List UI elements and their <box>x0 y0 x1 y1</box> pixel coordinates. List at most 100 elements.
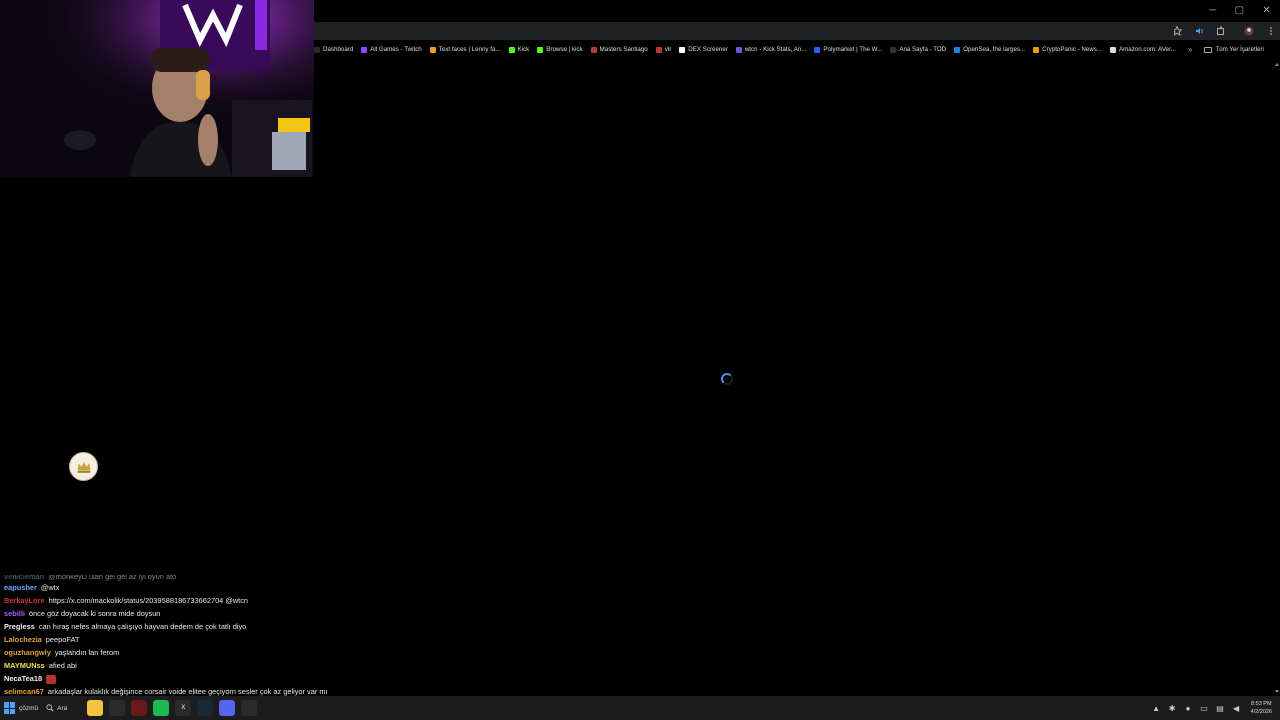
display-icon[interactable]: ▭ <box>1200 704 1209 713</box>
bookmark-label: Masters Santiago <box>599 46 648 53</box>
tod-icon <box>890 46 897 53</box>
chat-username[interactable]: MAYMUNss <box>4 661 45 670</box>
maximize-button[interactable]: ▢ <box>1235 5 1244 16</box>
search-label: Ara <box>57 704 68 712</box>
bookmark-cryptopanic[interactable]: CryptoPanic - News... <box>1033 46 1102 53</box>
file-explorer-icon[interactable] <box>87 700 104 716</box>
chat-message: vehicleman @monkeyD ulan gel gel az iyi o… <box>4 575 364 581</box>
clock-time: 8:53 PM <box>1251 701 1272 707</box>
all-bookmarks-label: Tüm Yer İşaretleri <box>1215 46 1264 53</box>
volume-icon[interactable]: ◀ <box>1232 704 1241 713</box>
chat-username[interactable]: selimcan67 <box>4 687 44 696</box>
search-icon <box>46 704 54 712</box>
excel-icon[interactable]: X <box>175 700 192 716</box>
bookmark-label: Dashboard <box>323 46 354 53</box>
cryptopanic-icon <box>1033 46 1040 53</box>
chat-username[interactable]: NecaTea18 <box>4 674 42 683</box>
bookmark-label: wtcn - Kick Stats, An... <box>744 46 807 53</box>
bookmark-dashboard[interactable]: Dashboard <box>314 46 353 53</box>
opensea-icon <box>954 46 961 53</box>
bookmark-vlr[interactable]: vlr <box>655 46 671 53</box>
vlr-icon <box>655 46 662 53</box>
chat-message: oguzhangwly yaşlandın lan ferom <box>4 646 364 659</box>
taskbar: çözmü Ara X ▲ ✱ ● ▭ ▤ ◀ 8:53 PM 4/2/2026 <box>0 696 1280 720</box>
scroll-down-icon[interactable] <box>1275 690 1279 693</box>
chat-username[interactable]: sebilli <box>4 609 25 618</box>
close-button[interactable]: ✕ <box>1262 5 1270 16</box>
menu-icon[interactable] <box>1262 22 1280 40</box>
bookmark-lenny[interactable]: Text faces | Lenny fa... <box>429 46 501 53</box>
vertical-scrollbar[interactable] <box>1274 60 1280 696</box>
steam-icon[interactable] <box>197 700 214 716</box>
chat-text: @monkeyD ulan gel gel az iyi oyun ato <box>48 575 177 581</box>
bookmark-label: DEX Screener <box>688 46 728 53</box>
chat-emote-icon <box>46 674 57 684</box>
bookmark-label: CryptoPanic - News... <box>1042 46 1102 53</box>
chat-username[interactable]: eapusher <box>4 583 37 592</box>
chat-username[interactable]: Pregless <box>4 622 35 631</box>
crown-logo-icon <box>69 452 98 481</box>
bookmarks-more-button[interactable]: » <box>1188 45 1192 54</box>
bookmark-dex[interactable]: DEX Screener <box>679 46 728 53</box>
chat-message: eapusher @wtx <box>4 581 364 594</box>
chat-username[interactable]: Lalochezia <box>4 635 42 644</box>
bookmark-polymarket[interactable]: Polymarket | The W... <box>814 46 882 53</box>
chat-username[interactable]: BerkayLore <box>4 596 45 605</box>
system-tray: ▲ ✱ ● ▭ ▤ ◀ 8:53 PM 4/2/2026 <box>1145 696 1272 720</box>
chat-text: önce göz doyacak ki sonra mide doysun <box>28 609 161 618</box>
minimize-button[interactable]: ─ <box>1209 5 1216 16</box>
window-controls: ─ ▢ ✕ <box>1200 0 1280 20</box>
address-bar[interactable] <box>314 22 1174 40</box>
amazon-icon <box>1109 46 1116 53</box>
network-icon[interactable]: ▤ <box>1216 704 1225 713</box>
chat-username[interactable]: vehicleman <box>4 575 44 581</box>
extensions-icon[interactable] <box>1212 22 1230 40</box>
system-clock[interactable]: 8:53 PM 4/2/2026 <box>1251 700 1272 716</box>
bookmark-browse-kick[interactable]: Browse | kick <box>537 46 583 53</box>
bookmark-amazon[interactable]: Amazon.com: AVer... <box>1109 46 1176 53</box>
start-button[interactable]: çözmü <box>0 696 38 720</box>
bookmark-opensea[interactable]: OpenSea, the larges... <box>954 46 1025 53</box>
chat-text: yaşlandın lan ferom <box>54 648 120 657</box>
microphone-icon[interactable]: ● <box>1184 704 1193 713</box>
taskbar-search[interactable]: Ara <box>46 704 67 712</box>
bookmark-kick[interactable]: Kick <box>508 46 529 53</box>
bookmark-label: Ana Sayfa - TOD <box>899 46 947 53</box>
kick-icon <box>508 46 515 53</box>
windows-icon <box>4 702 16 714</box>
bookmark-label: OpenSea, the larges... <box>963 46 1026 53</box>
chevron-up-icon[interactable]: ▲ <box>1152 704 1161 713</box>
bookmark-kick-stats[interactable]: wtcn - Kick Stats, An... <box>735 46 807 53</box>
scroll-up-icon[interactable] <box>1275 63 1279 66</box>
start-label: çözmü <box>19 704 39 712</box>
kick-icon <box>537 46 544 53</box>
bookmark-ana-sayfa[interactable]: Ana Sayfa - TOD <box>890 46 946 53</box>
chat-text: can hıraş nefes almaya çalışıyo hayvan d… <box>38 622 247 631</box>
bookmark-twitch[interactable]: All Games - Twitch <box>361 46 422 53</box>
chat-username[interactable]: oguzhangwly <box>4 648 51 657</box>
chat-text: afied abi <box>48 661 77 670</box>
all-bookmarks-button[interactable]: Tüm Yer İşaretleri <box>1204 46 1264 53</box>
chat-text: @wtx <box>40 583 60 592</box>
stream-app-icon[interactable] <box>131 700 148 716</box>
chat-text: arkadaşlar kulaklık değişince corsair vo… <box>47 687 328 696</box>
dex-icon <box>679 46 686 53</box>
bookmark-label: Browse | kick <box>546 46 583 53</box>
chat-message: Pregless can hıraş nefes almaya çalışıyo … <box>4 620 364 633</box>
discord-icon[interactable] <box>219 700 236 716</box>
lenny-icon <box>429 46 436 53</box>
chat-text: peepoFAT <box>45 635 80 644</box>
bluetooth-icon[interactable]: ✱ <box>1168 704 1177 713</box>
chrome-icon[interactable] <box>109 700 126 716</box>
bookmark-label: Polymarket | The W... <box>823 46 883 53</box>
profile-icon[interactable] <box>1240 22 1258 40</box>
clock-date: 4/2/2026 <box>1250 709 1272 715</box>
obs-icon[interactable] <box>241 700 258 716</box>
audio-icon[interactable] <box>1190 22 1208 40</box>
spotify-icon[interactable] <box>153 700 170 716</box>
chat-message: NecaTea18 <box>4 672 364 685</box>
loading-spinner-icon <box>721 373 733 385</box>
chat-message: Lalochezia peepoFAT <box>4 633 364 646</box>
webcam-overlay <box>0 0 314 177</box>
bookmark-masters[interactable]: Masters Santiago <box>590 46 648 53</box>
